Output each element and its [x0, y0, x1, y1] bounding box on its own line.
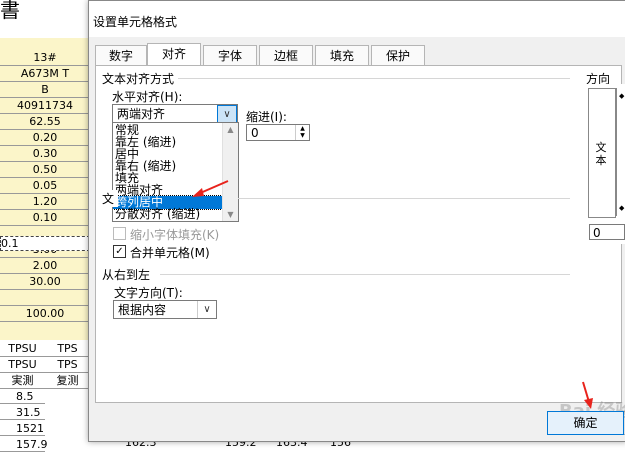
sheet-cell[interactable]: 157.9	[0, 437, 48, 452]
sheet-cell[interactable]: 2.00	[0, 258, 90, 274]
text-control-group-label: 文	[102, 190, 119, 207]
indent-value: 0	[251, 126, 259, 140]
sheet-cell[interactable]: 1.20	[0, 194, 90, 210]
tab-alignment[interactable]: 对齐	[147, 43, 201, 67]
text-direction-label: 文字方向(T):	[114, 286, 183, 300]
shrink-to-fit-label: 缩小字体填充(K)	[130, 228, 220, 242]
red-arrow-annotation	[192, 180, 229, 197]
dialog-title: 设置单元格格式	[93, 15, 178, 29]
sheet-cell[interactable]: 30.00	[0, 274, 90, 290]
indent-label: 缩进(I):	[246, 110, 287, 124]
rtl-group-label: 从右到左	[102, 266, 155, 283]
sheet-cell[interactable]: 1521	[0, 421, 45, 436]
scroll-down-icon[interactable]: ▼	[223, 210, 238, 219]
chevron-down-icon[interactable]: ∨	[197, 301, 216, 318]
orientation-vertical-text-box[interactable]: 文 本	[588, 88, 616, 218]
sheet-cell[interactable]: TPS	[45, 357, 90, 373]
spinner-arrows-icon[interactable]: ▲ ▼	[295, 125, 309, 140]
sheet-cell[interactable]: A673M T	[0, 66, 90, 82]
sheet-cell[interactable]: 31.5	[0, 405, 45, 420]
red-arrow-annotation	[582, 381, 593, 409]
divider	[160, 274, 570, 275]
sheet-title-char: 書	[0, 0, 20, 22]
orientation-dial[interactable]: ◆ ◆	[616, 88, 625, 216]
list-scrollbar[interactable]: ▲ ▼	[222, 123, 238, 221]
shrink-to-fit-checkbox[interactable]	[113, 227, 126, 240]
indent-spinner[interactable]: 0 ▲ ▼	[246, 124, 310, 141]
tab-protection[interactable]: 保护	[371, 45, 425, 66]
merge-cells-label: 合并单元格(M)	[130, 246, 210, 260]
ok-button[interactable]: 确定	[547, 411, 624, 435]
tab-font[interactable]: 字体	[203, 45, 257, 66]
tab-border[interactable]: 边框	[259, 45, 313, 66]
sheet-cell[interactable]: 0.05	[0, 178, 90, 194]
orientation-text-char: 本	[595, 154, 607, 167]
horizontal-alignment-select[interactable]: 两端对齐 ∨	[112, 104, 238, 124]
sheet-cell[interactable]: 0.20	[0, 130, 90, 146]
sheet-cell[interactable]: 実測	[0, 373, 45, 389]
horizontal-alignment-value: 两端对齐	[117, 107, 166, 121]
sheet-active-cell[interactable]: 0.1	[0, 236, 90, 251]
sheet-cell[interactable]: 0.50	[0, 162, 90, 178]
sheet-cell[interactable]: TPS	[45, 341, 90, 357]
scroll-up-icon[interactable]: ▲	[223, 125, 238, 134]
horizontal-alignment-list[interactable]: 常规 靠左 (缩进) 居中 靠右 (缩进) 填充 两端对齐 跨列居中 分散对齐 …	[112, 122, 239, 222]
tab-fill[interactable]: 填充	[315, 45, 369, 66]
sheet-cell[interactable]	[0, 290, 90, 306]
divider	[238, 198, 570, 199]
text-direction-value: 根据内容	[118, 303, 167, 317]
sheet-cell[interactable]: 100.00	[0, 306, 90, 322]
sheet-cell[interactable]: 40911734	[0, 98, 90, 114]
sheet-cell[interactable]: 13#	[0, 50, 90, 66]
text-alignment-group-label: 文本对齐方式	[102, 70, 179, 87]
sheet-cell[interactable]: 复测	[45, 373, 90, 389]
text-direction-select[interactable]: 根据内容 ∨	[113, 300, 217, 319]
merge-cells-checkbox[interactable]: ✓	[113, 245, 126, 258]
sheet-cell[interactable]: TPSU	[0, 341, 45, 357]
divider	[178, 78, 570, 79]
sheet-cell[interactable]: B	[0, 82, 90, 98]
option-distributed-indent[interactable]: 分散对齐 (缩进)	[115, 208, 200, 220]
orientation-text-char: 文	[595, 141, 607, 154]
dialog-titlebar[interactable]: 设置单元格格式	[89, 1, 625, 37]
sheet-cell[interactable]: 0.10	[0, 210, 90, 226]
sheet-cell[interactable]: 0.30	[0, 146, 90, 162]
dial-dot-icon: ◆	[619, 204, 625, 212]
dial-dot-icon: ◆	[619, 92, 625, 100]
tab-number[interactable]: 数字	[95, 45, 147, 66]
horizontal-alignment-label: 水平对齐(H):	[112, 90, 183, 104]
sheet-cell[interactable]: 8.5	[0, 389, 45, 404]
sheet-cell[interactable]: TPSU	[0, 357, 45, 373]
degrees-input[interactable]: 0	[589, 224, 625, 240]
sheet-cell[interactable]: 62.55	[0, 114, 90, 130]
